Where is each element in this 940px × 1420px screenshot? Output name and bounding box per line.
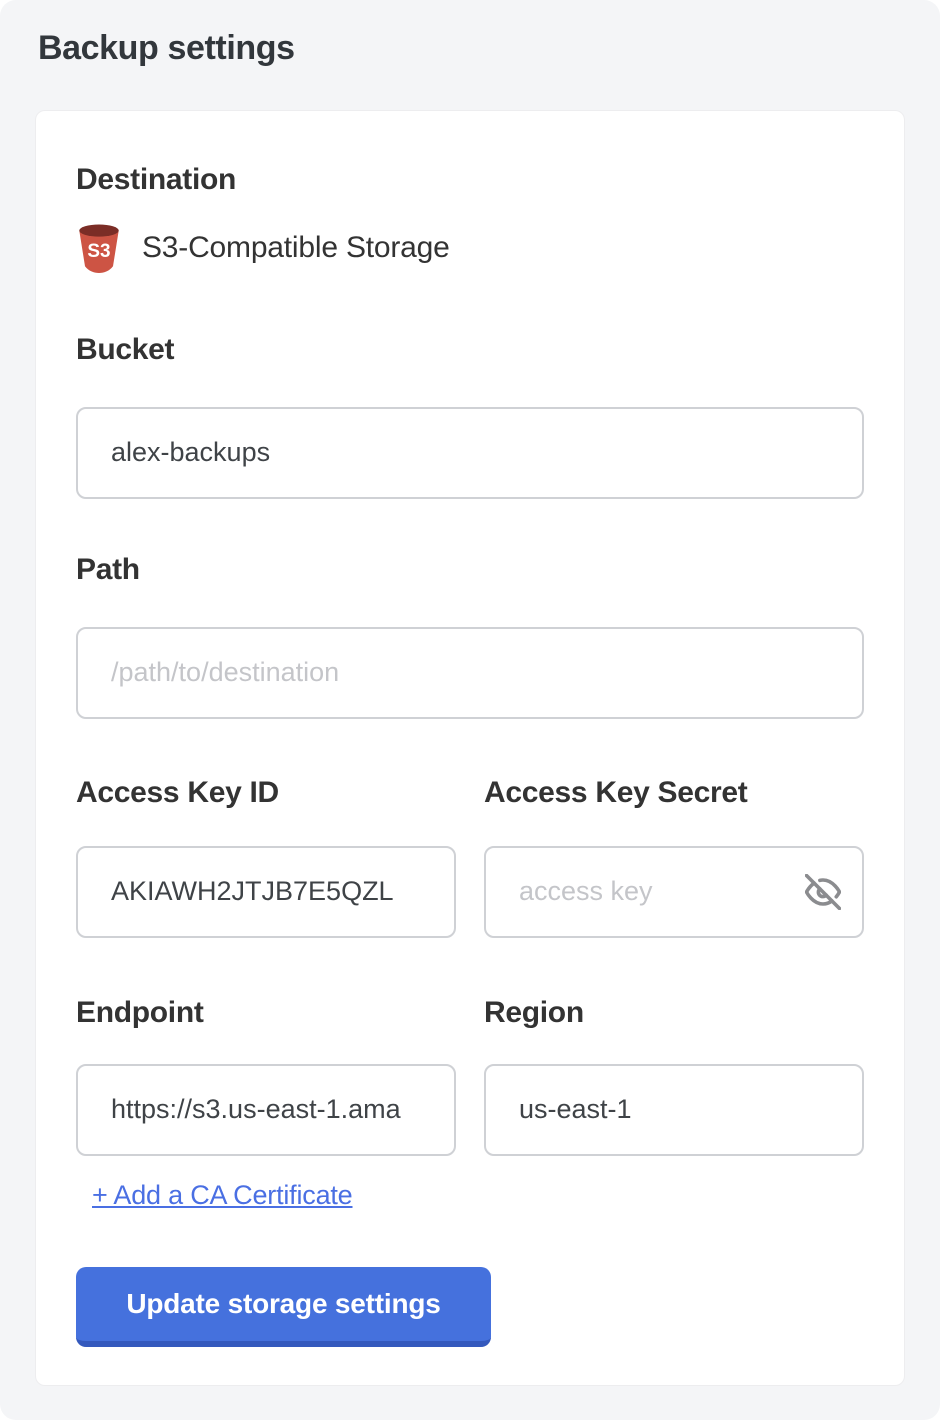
bucket-label: Bucket (76, 333, 864, 367)
endpoint-label: Endpoint (76, 996, 456, 1030)
access-key-id-label: Access Key ID (76, 776, 456, 810)
backup-settings-card: Destination S3 S3-Compatible Storage Buc… (35, 110, 905, 1386)
toggle-secret-visibility-button[interactable] (804, 873, 842, 911)
path-field: Path (76, 553, 864, 719)
bucket-input[interactable] (76, 407, 864, 499)
endpoint-input[interactable] (76, 1064, 456, 1156)
endpoint-region-row: Endpoint Region (76, 996, 864, 1156)
update-storage-settings-button[interactable]: Update storage settings (76, 1267, 491, 1347)
access-key-secret-input-wrap (484, 846, 864, 938)
svg-text:S3: S3 (87, 241, 110, 262)
add-ca-certificate-link[interactable]: + Add a CA Certificate (92, 1180, 353, 1211)
region-input[interactable] (484, 1064, 864, 1156)
access-key-secret-label: Access Key Secret (484, 776, 864, 810)
path-label: Path (76, 553, 864, 587)
path-input[interactable] (76, 627, 864, 719)
access-key-id-input[interactable] (76, 846, 456, 938)
page-title: Backup settings (0, 0, 940, 69)
endpoint-field: Endpoint (76, 996, 456, 1156)
bucket-field: Bucket (76, 333, 864, 499)
destination-value-row: S3 S3-Compatible Storage (76, 223, 864, 273)
backup-settings-page: Backup settings Destination S3 S3-Compat… (0, 0, 940, 1420)
access-key-secret-field: Access Key Secret (484, 776, 864, 938)
s3-bucket-icon: S3 (76, 223, 122, 273)
access-keys-row: Access Key ID Access Key Secret (76, 776, 864, 938)
access-key-id-field: Access Key ID (76, 776, 456, 938)
region-label: Region (484, 996, 864, 1030)
region-field: Region (484, 996, 864, 1156)
destination-label: Destination (76, 163, 864, 197)
destination-value: S3-Compatible Storage (142, 231, 450, 265)
eye-off-icon (805, 874, 841, 910)
